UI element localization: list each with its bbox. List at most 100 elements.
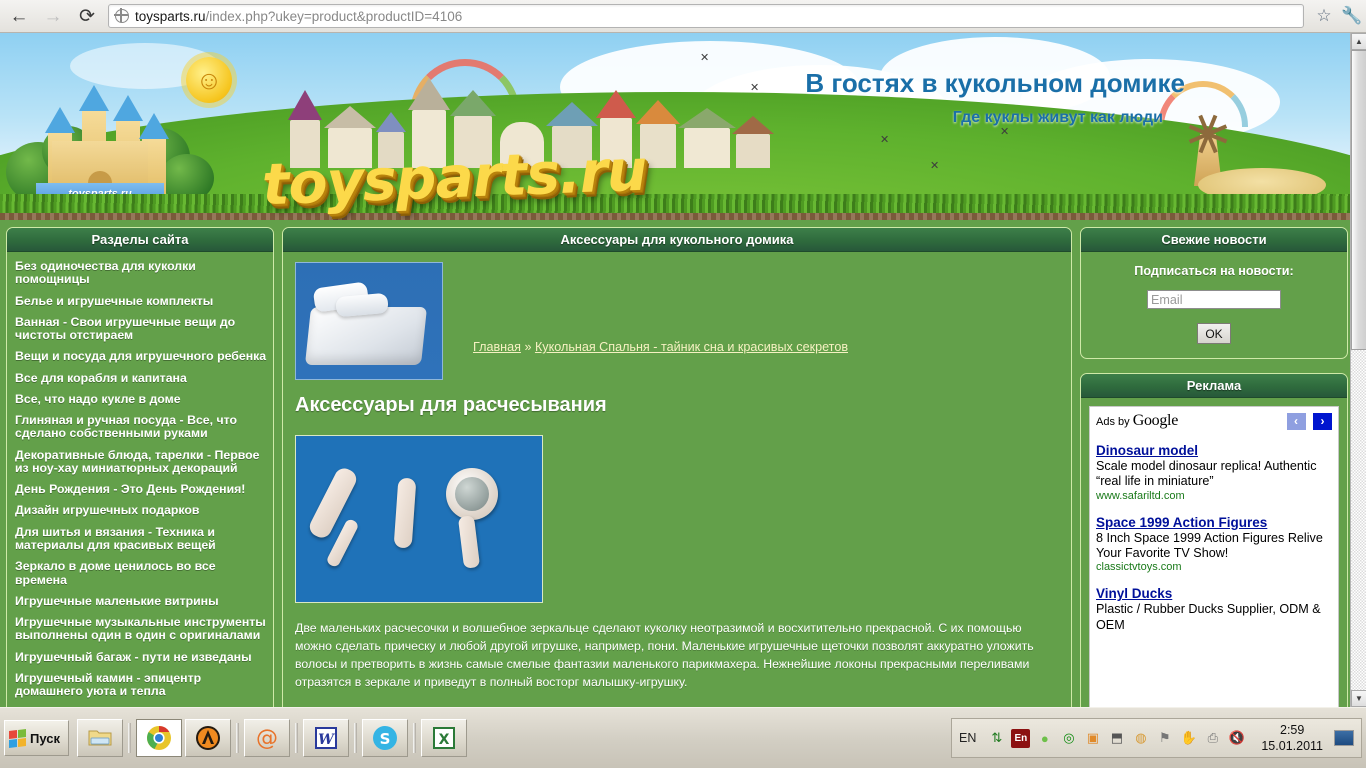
- volume-muted-icon[interactable]: 🔇: [1227, 729, 1246, 748]
- forward-arrow-icon[interactable]: →: [38, 2, 68, 30]
- taskbar-button-word[interactable]: W: [303, 719, 349, 757]
- ad-title-link[interactable]: Space 1999 Action Figures: [1096, 515, 1332, 531]
- network-activity-icon[interactable]: ⇅: [987, 729, 1006, 748]
- taskbar-separator: [236, 723, 239, 753]
- address-bar[interactable]: toysparts.ru/index.php?ukey=product&prod…: [108, 4, 1304, 28]
- taskbar-separator: [128, 723, 131, 753]
- chevron-left-icon[interactable]: ‹: [1286, 412, 1306, 430]
- ad-description: Plastic / Rubber Ducks Supplier, ODM & O…: [1096, 602, 1321, 632]
- sidebar-item-10[interactable]: Для шитья и вязания - Техника и материал…: [7, 522, 273, 557]
- sidebar-item-3[interactable]: Вещи и посуда для игрушечного ребенка: [7, 346, 273, 367]
- sidebar-item-1[interactable]: Белье и игрушечные комплекты: [7, 291, 273, 312]
- taskbar-button-excel[interactable]: X: [421, 719, 467, 757]
- reload-icon[interactable]: ⟳: [72, 2, 102, 30]
- taskbar-button-chrome[interactable]: [136, 719, 182, 757]
- ad-url: classictvtoys.com: [1096, 561, 1182, 574]
- scroll-up-button[interactable]: ▲: [1351, 33, 1366, 50]
- taskbar-separator: [295, 723, 298, 753]
- ad-title-link[interactable]: Vinyl Ducks: [1096, 586, 1332, 602]
- hand-icon[interactable]: ✋: [1179, 729, 1198, 748]
- usb-device-icon[interactable]: ⬒: [1107, 729, 1126, 748]
- antivirus-shield-icon[interactable]: ●: [1035, 729, 1054, 748]
- taskbar-button-avast[interactable]: [185, 719, 231, 757]
- mirror-handle-shape: [457, 515, 481, 569]
- news-title: Свежие новости: [1081, 228, 1347, 252]
- system-tray: EN ⇅ En ● ◎ ▣ ⬒ ◍ ⚑ ✋ ⎙ 🔇 2:59 15.01.201…: [950, 718, 1362, 758]
- sidebar-item-6[interactable]: Глиняная и ручная посуда - Все, что сдел…: [7, 410, 273, 445]
- sun-icon: [186, 57, 232, 103]
- sidebar-item-0[interactable]: Без одиночества для куколки помощницы: [7, 256, 273, 291]
- bird-icon: ✕: [880, 134, 890, 146]
- url-text: toysparts.ru/index.php?ukey=product&prod…: [135, 8, 463, 24]
- sidebar-item-15[interactable]: Игрушечный камин - эпицентр домашнего ую…: [7, 668, 273, 703]
- sidebar-title: Разделы сайта: [7, 228, 273, 252]
- bird-icon: ✕: [750, 82, 760, 94]
- bird-icon: ✕: [700, 52, 710, 64]
- sidebar-item-4[interactable]: Все для корабля и капитана: [7, 368, 273, 389]
- taskbar-button-mail[interactable]: @: [244, 719, 290, 757]
- back-arrow-icon[interactable]: ←: [4, 2, 34, 30]
- sidebar-item-13[interactable]: Игрушечные музыкальные инструменты выпол…: [7, 612, 273, 647]
- scroll-down-button[interactable]: ▼: [1351, 690, 1366, 707]
- news-panel: Свежие новости Подписаться на новости: O…: [1080, 227, 1348, 359]
- category-thumbnail[interactable]: [295, 262, 443, 380]
- safely-remove-icon[interactable]: ⎙: [1203, 729, 1222, 748]
- svg-text:W: W: [318, 732, 335, 748]
- news-subscribe-label: Подписаться на новости:: [1134, 264, 1294, 278]
- svg-text:S: S: [380, 730, 391, 748]
- star-icon[interactable]: ☆: [1310, 2, 1338, 30]
- castle-illustration: toysparts.ru: [30, 85, 170, 213]
- clock-date: 15.01.2011: [1261, 739, 1323, 753]
- sidebar-item-7[interactable]: Декоративные блюда, тарелки - Первое из …: [7, 445, 273, 480]
- taskbar-clock[interactable]: 2:59 15.01.2011: [1261, 722, 1323, 754]
- svg-text:X: X: [439, 732, 450, 748]
- start-button-label: Пуск: [30, 730, 60, 746]
- breadcrumb-home-link[interactable]: Главная: [473, 340, 521, 354]
- windows-logo-icon: [9, 728, 26, 748]
- scrollbar-track[interactable]: [1351, 50, 1366, 690]
- ads-by-label: Ads by Google: [1096, 412, 1179, 429]
- language-badge-icon[interactable]: En: [1011, 728, 1031, 748]
- sidebar-item-9[interactable]: Дизайн игрушечных подарков: [7, 500, 273, 521]
- vertical-scrollbar[interactable]: ▲ ▼: [1350, 33, 1366, 707]
- sidebar-item-8[interactable]: День Рождения - Это День Рождения!: [7, 479, 273, 500]
- target-icon[interactable]: ◎: [1059, 729, 1078, 748]
- ad-item-2: Vinyl Ducks Plastic / Rubber Ducks Suppl…: [1096, 586, 1332, 633]
- start-button[interactable]: Пуск: [4, 720, 69, 756]
- folder-icon: [88, 730, 112, 746]
- language-indicator[interactable]: EN: [959, 731, 976, 745]
- google-ads-box: Ads by Google ‹ › Dinosaur model Scale m…: [1089, 406, 1339, 707]
- sidebar-item-2[interactable]: Ванная - Свои игрушечные вещи до чистоты…: [7, 312, 273, 347]
- chevron-right-icon[interactable]: ›: [1313, 412, 1332, 430]
- ad-url: www.safariltd.com: [1096, 489, 1185, 502]
- breadcrumb-current-link[interactable]: Кукольная Спальня - тайник сна и красивы…: [535, 340, 848, 354]
- flag-error-icon[interactable]: ⚑: [1155, 729, 1174, 748]
- wrench-icon[interactable]: 🔧: [1338, 2, 1366, 30]
- product-photo[interactable]: [295, 435, 543, 603]
- show-desktop-button[interactable]: [1334, 730, 1354, 746]
- subscribe-ok-button[interactable]: OK: [1197, 323, 1231, 344]
- sidebar-item-12[interactable]: Игрушечные маленькие витрины: [7, 591, 273, 612]
- sidebar-item-5[interactable]: Все, что надо кукле в доме: [7, 389, 273, 410]
- sidebar-item-14[interactable]: Игрушечный багаж - пути не изведаны: [7, 647, 273, 668]
- site-banner: toysparts.ru toysparts.ru В гостях в кук…: [0, 33, 1350, 220]
- dirt-strip: [0, 213, 1350, 220]
- scrollbar-thumb[interactable]: [1351, 50, 1366, 350]
- taskbar-button-explorer[interactable]: [77, 719, 123, 757]
- browser-toolbar: ← → ⟳ toysparts.ru/index.php?ukey=produc…: [0, 0, 1366, 33]
- ads-header: Ads by Google ‹ ›: [1096, 412, 1332, 430]
- ads-nav: ‹ ›: [1284, 412, 1332, 430]
- skype-icon: S: [373, 726, 397, 750]
- main-panel-title: Аксессуары для кукольного домика: [283, 228, 1071, 252]
- news-body: Подписаться на новости: OK: [1081, 252, 1347, 358]
- page-viewport: toysparts.ru toysparts.ru В гостях в кук…: [0, 33, 1350, 707]
- puzzle-icon[interactable]: ▣: [1083, 729, 1102, 748]
- taskbar-button-skype[interactable]: S: [362, 719, 408, 757]
- sidebar-item-11[interactable]: Зеркало в доме ценилось во все времена: [7, 556, 273, 591]
- ad-title-link[interactable]: Dinosaur model: [1096, 443, 1332, 459]
- email-input[interactable]: [1147, 290, 1281, 309]
- globe-update-icon[interactable]: ◍: [1131, 729, 1150, 748]
- main-panel-body: Главная » Кукольная Спальня - тайник сна…: [283, 252, 1071, 707]
- ads-panel: Реклама Ads by Google ‹ › Dinosaur model…: [1080, 373, 1348, 707]
- chrome-icon: [147, 726, 171, 750]
